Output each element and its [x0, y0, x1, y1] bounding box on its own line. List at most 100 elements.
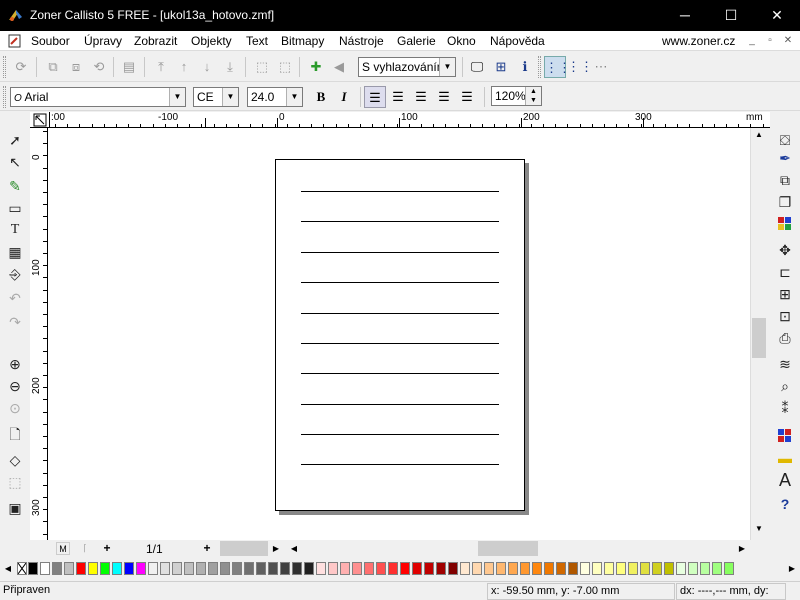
- line-shape[interactable]: [301, 252, 499, 253]
- smoothing-select[interactable]: S vyhlazováním ▼: [358, 57, 456, 77]
- mdi-close-button[interactable]: ✕: [780, 33, 796, 48]
- line-shape[interactable]: [301, 464, 499, 465]
- move-icon[interactable]: ✥: [774, 239, 796, 261]
- color-swatch[interactable]: [376, 562, 386, 575]
- color-swatch[interactable]: [712, 562, 722, 575]
- menu-bitmapy[interactable]: Bitmapy: [281, 34, 324, 48]
- color-swatch[interactable]: [604, 562, 614, 575]
- help-icon[interactable]: ?: [774, 493, 796, 515]
- palette-scroll-left-icon[interactable]: ◀: [2, 562, 14, 575]
- send-to-back-icon[interactable]: ⤓: [219, 56, 241, 78]
- scroll-down-icon[interactable]: ▼: [751, 524, 767, 538]
- menu-nastroje[interactable]: Nástroje: [339, 34, 384, 48]
- website-link[interactable]: www.zoner.cz: [662, 34, 735, 48]
- color-swatch[interactable]: [460, 562, 470, 575]
- rectangle-icon[interactable]: ▭: [4, 197, 26, 219]
- color-swatch[interactable]: [196, 562, 206, 575]
- color-swatch[interactable]: [424, 562, 434, 575]
- color-swatch[interactable]: [724, 562, 734, 575]
- color-swatch[interactable]: [676, 562, 686, 575]
- color-swatch[interactable]: [76, 562, 86, 575]
- bold-button[interactable]: B: [310, 86, 332, 108]
- color-swatch[interactable]: [232, 562, 242, 575]
- resize-icon[interactable]: ⊡: [774, 305, 796, 327]
- info-icon[interactable]: ℹ: [514, 56, 536, 78]
- menu-galerie[interactable]: Galerie: [397, 34, 436, 48]
- color-swatch[interactable]: [244, 562, 254, 575]
- group-icon[interactable]: ⧉: [42, 56, 64, 78]
- color-swatch[interactable]: [592, 562, 602, 575]
- color-swatch[interactable]: [52, 562, 62, 575]
- monitor-icon[interactable]: 🖵: [466, 56, 488, 78]
- transparency-icon[interactable]: ⧉: [774, 169, 796, 191]
- color-swatch[interactable]: [208, 562, 218, 575]
- undo-icon[interactable]: ↶: [4, 287, 26, 309]
- align-left-icon[interactable]: ☰: [364, 86, 386, 108]
- line-shape[interactable]: [301, 343, 499, 344]
- color-grid-icon[interactable]: [774, 213, 796, 235]
- color-swatch[interactable]: [220, 562, 230, 575]
- line-shape[interactable]: [301, 404, 499, 405]
- color-swatch[interactable]: [652, 562, 662, 575]
- toolbar-grip[interactable]: [538, 56, 541, 78]
- zoom-in-icon[interactable]: ⊕: [4, 353, 26, 375]
- color-swatch[interactable]: [664, 562, 674, 575]
- add-page-after-button[interactable]: +: [200, 541, 214, 555]
- toolbar-grip[interactable]: [3, 86, 6, 108]
- first-page-button[interactable]: M: [56, 542, 70, 555]
- close-button[interactable]: ✕: [754, 0, 800, 31]
- color-swatch[interactable]: [316, 562, 326, 575]
- line-shape[interactable]: [301, 313, 499, 314]
- document-icon[interactable]: [8, 34, 22, 48]
- maximize-button[interactable]: ☐: [708, 0, 754, 31]
- color-swatch[interactable]: [160, 562, 170, 575]
- line-shape[interactable]: [301, 191, 499, 192]
- size-icon[interactable]: ⊞: [774, 283, 796, 305]
- color-swatch[interactable]: [568, 562, 578, 575]
- break-apart-icon[interactable]: ⬚: [274, 56, 296, 78]
- color-swatch[interactable]: [100, 562, 110, 575]
- crop-icon[interactable]: ⬚: [4, 471, 26, 493]
- bring-forward-icon[interactable]: ↑: [173, 56, 195, 78]
- select-arrow-icon[interactable]: ➚: [4, 129, 26, 151]
- snap-icon[interactable]: ⋮⋮: [567, 56, 593, 78]
- combine-icon[interactable]: ⬚: [251, 56, 273, 78]
- vertical-scrollbar[interactable]: ▲ ▼: [750, 128, 767, 540]
- color-swatch[interactable]: [700, 562, 710, 575]
- horizontal-ruler[interactable]: :00 -100 0 100 200 300 mm: [50, 112, 770, 128]
- grid-icon[interactable]: ⋮⋮: [544, 56, 571, 78]
- line-shape[interactable]: [301, 373, 499, 374]
- line-shape[interactable]: [301, 282, 499, 283]
- toolbar-grip[interactable]: [3, 56, 6, 78]
- color-swatch[interactable]: [352, 562, 362, 575]
- color-swatch[interactable]: [472, 562, 482, 575]
- text-style-icon[interactable]: A: [774, 469, 796, 491]
- redo-icon[interactable]: ↷: [4, 311, 26, 333]
- bezier-icon[interactable]: ✎: [4, 175, 26, 197]
- menu-zobrazit[interactable]: Zobrazit: [134, 34, 177, 48]
- numbering-icon[interactable]: ⁑: [774, 397, 796, 419]
- color-swatch[interactable]: [88, 562, 98, 575]
- page-icon[interactable]: 🗋: [4, 423, 26, 445]
- italic-button[interactable]: I: [333, 86, 355, 108]
- color-swatch[interactable]: [304, 562, 314, 575]
- spinner-arrows-icon[interactable]: ▲ ▼: [525, 87, 541, 105]
- remove-node-icon[interactable]: ◀: [328, 56, 350, 78]
- color-swatch[interactable]: [484, 562, 494, 575]
- color-swatch[interactable]: [268, 562, 278, 575]
- palette-scroll-right-icon[interactable]: ▶: [786, 562, 798, 575]
- pen-icon[interactable]: ✒: [774, 147, 796, 169]
- menu-objekty[interactable]: Objekty: [191, 34, 232, 48]
- zoom-out-icon[interactable]: ⊖: [4, 375, 26, 397]
- font-size-select[interactable]: 24.0 ▼: [247, 87, 303, 107]
- line-shape[interactable]: [301, 221, 499, 222]
- mdi-minimize-button[interactable]: _: [744, 33, 760, 48]
- search-icon[interactable]: ⌕: [774, 375, 796, 397]
- color-swatch[interactable]: [340, 562, 350, 575]
- color-swatch[interactable]: [388, 562, 398, 575]
- color-swatch[interactable]: [616, 562, 626, 575]
- nav-scroll-thumb[interactable]: [220, 541, 268, 556]
- color-swatch[interactable]: [448, 562, 458, 575]
- color-swatch[interactable]: [496, 562, 506, 575]
- color-swatch[interactable]: [580, 562, 590, 575]
